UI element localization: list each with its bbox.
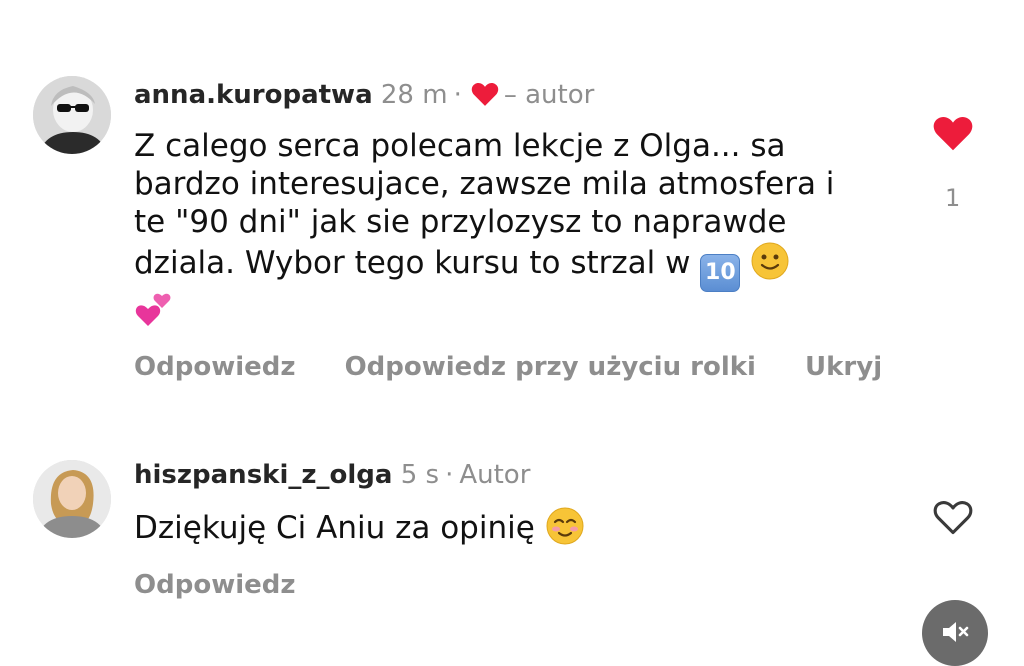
comment-actions: Odpowiedz (134, 570, 336, 600)
comment-line-text: dziala. Wybor tego kursu to strzal w (134, 245, 691, 281)
reply-button[interactable]: Odpowiedz (134, 570, 296, 600)
timestamp: 5 s (400, 460, 440, 490)
avatar-olga[interactable] (33, 460, 111, 538)
comment-line: dziala. Wybor tego kursu to strzal w 10 (134, 241, 854, 292)
timestamp: 28 m (380, 80, 448, 110)
comment-line: bardzo interesujace, zawsze mila atmosfe… (134, 166, 835, 202)
reply-button[interactable]: Odpowiedz (134, 352, 296, 382)
slightly-smiling-face-emoji (750, 241, 790, 281)
like-count: 1 (945, 184, 961, 212)
speaker-muted-icon[interactable] (922, 600, 988, 666)
comment-text: Z calego serca polecam lekcje z Olga... … (134, 127, 854, 330)
two-hearts-emoji (134, 292, 178, 328)
heart-filled-icon[interactable] (932, 114, 974, 156)
author-tag: – autor (503, 80, 595, 110)
comment-meta: hiszpanski_z_olga 5 s · Autor (134, 460, 530, 490)
comment-meta: anna.kuropatwa 28 m · – autor (134, 80, 594, 114)
hide-button[interactable]: Ukryj (805, 352, 882, 382)
username[interactable]: hiszpanski_z_olga (134, 460, 392, 490)
smiling-face-emoji (545, 506, 585, 546)
comment-line: Z calego serca polecam lekcje z Olga... … (134, 128, 786, 164)
comment-line: te "90 dni" jak sie przylozysz to napraw… (134, 204, 787, 240)
separator-dot: · (445, 460, 454, 490)
comment-actions: Odpowiedz Odpowiedz przy użyciu rolki Uk… (134, 352, 922, 382)
avatar-anna[interactable] (33, 76, 111, 154)
separator-dot: · (453, 80, 462, 110)
comment-line-text: Dziękuję Ci Aniu za opinię (134, 510, 535, 546)
heart-outline-icon[interactable] (932, 498, 974, 540)
author-tag: Autor (459, 460, 531, 490)
username[interactable]: anna.kuropatwa (134, 80, 373, 110)
reply-with-reel-button[interactable]: Odpowiedz przy użyciu rolki (345, 352, 756, 382)
comment-text: Dziękuję Ci Aniu za opinię (134, 506, 854, 547)
author-liked-heart-icon (470, 81, 500, 114)
comment-line (134, 292, 854, 330)
keycap-ten-emoji: 10 (700, 254, 741, 292)
